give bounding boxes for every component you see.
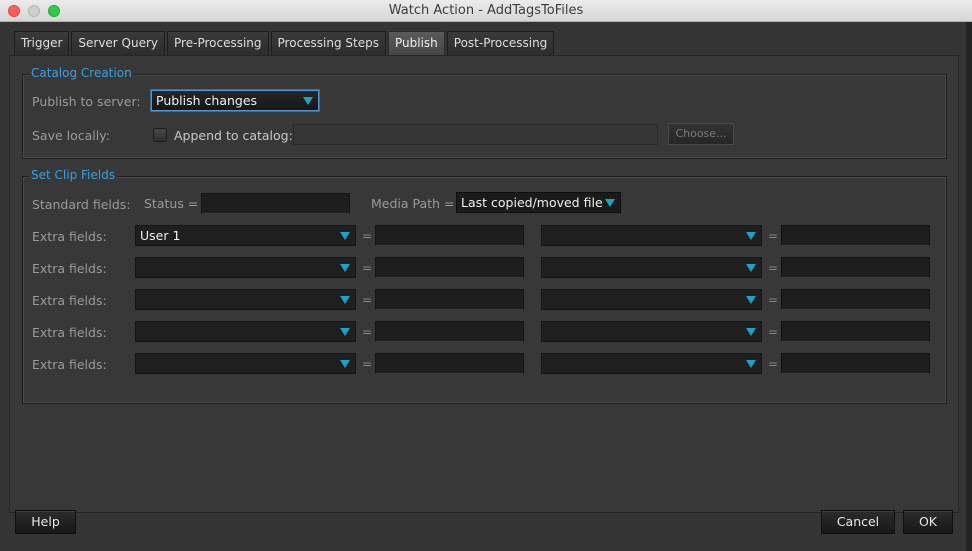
equals-sign: = [768,229,779,243]
equals-sign: = [768,293,779,307]
extra-field-right-input[interactable] [781,353,930,374]
extra-field-right-dropdown[interactable] [541,353,762,374]
set-clip-fields-title: Set Clip Fields [29,168,117,182]
append-to-catalog-input[interactable] [293,124,658,145]
chevron-down-icon [746,296,756,304]
chevron-down-icon [340,296,350,304]
extra-field-right-dropdown[interactable] [541,321,762,342]
extra-field-left-dropdown[interactable] [135,321,356,342]
chevron-down-icon [340,328,350,336]
extra-field-right-input[interactable] [781,257,930,278]
extra-fields-label: Extra fields: [32,357,107,372]
extra-field-left-dropdown[interactable] [135,257,356,278]
chevron-down-icon [340,232,350,240]
append-to-catalog-checkbox[interactable] [153,128,167,142]
extra-field-left-dropdown[interactable]: User 1 [135,225,356,246]
extra-field-left-input[interactable] [375,353,524,374]
tab-bar: Trigger Server Query Pre-Processing Proc… [14,31,555,55]
equals-sign: = [362,293,373,307]
extra-field-right-dropdown[interactable] [541,257,762,278]
window-edge [966,22,972,551]
tab-trigger[interactable]: Trigger [14,31,70,55]
extra-field-left-value: User 1 [140,228,181,243]
extra-field-left-input[interactable] [375,321,524,342]
extra-field-left-input[interactable] [375,289,524,310]
cancel-button[interactable]: Cancel [821,510,895,534]
extra-field-left-input[interactable] [375,225,524,246]
extra-fields-label: Extra fields: [32,229,107,244]
extra-field-left-input[interactable] [375,257,524,278]
publish-to-server-value: Publish changes [156,93,258,108]
chevron-down-icon [746,232,756,240]
extra-field-right-input[interactable] [781,321,930,342]
choose-button[interactable]: Choose... [668,123,734,145]
equals-sign: = [362,357,373,371]
help-button[interactable]: Help [15,510,76,534]
tab-server-query[interactable]: Server Query [71,31,166,55]
save-locally-label: Save locally: [32,128,110,143]
dialog-body: Trigger Server Query Pre-Processing Proc… [0,22,966,551]
chevron-down-icon [340,264,350,272]
media-path-dropdown[interactable]: Last copied/moved file [456,192,621,213]
extra-field-right-input[interactable] [781,289,930,310]
chevron-down-icon [605,199,615,207]
extra-field-right-dropdown[interactable] [541,225,762,246]
extra-fields-label: Extra fields: [32,293,107,308]
extra-fields-label: Extra fields: [32,325,107,340]
publish-panel: Catalog Creation Publish to server: Publ… [9,55,959,513]
status-label: Status = [144,196,199,211]
extra-field-right-input[interactable] [781,225,930,246]
extra-field-right-dropdown[interactable] [541,289,762,310]
ok-button[interactable]: OK [903,510,953,534]
window-title: Watch Action - AddTagsToFiles [388,3,584,18]
equals-sign: = [768,261,779,275]
equals-sign: = [362,325,373,339]
chevron-down-icon [303,97,313,105]
equals-sign: = [362,261,373,275]
tab-post-processing[interactable]: Post-Processing [446,31,555,55]
extra-fields-label: Extra fields: [32,261,107,276]
tab-pre-processing[interactable]: Pre-Processing [167,31,269,55]
publish-to-server-dropdown[interactable]: Publish changes [151,90,319,111]
catalog-creation-title: Catalog Creation [29,66,134,80]
catalog-creation-group: Catalog Creation Publish to server: Publ… [22,66,947,159]
tab-publish[interactable]: Publish [388,31,445,55]
extra-field-left-dropdown[interactable] [135,353,356,374]
equals-sign: = [768,357,779,371]
media-path-label: Media Path = [371,196,455,211]
extra-field-left-dropdown[interactable] [135,289,356,310]
append-to-catalog-label: Append to catalog: [174,128,293,143]
set-clip-fields-group: Set Clip Fields Standard fields: Status … [22,168,947,404]
tab-processing-steps[interactable]: Processing Steps [270,31,386,55]
chevron-down-icon [746,328,756,336]
equals-sign: = [768,325,779,339]
title-bar: Watch Action - AddTagsToFiles [0,0,972,22]
equals-sign: = [362,229,373,243]
status-input[interactable] [201,193,350,214]
chevron-down-icon [746,264,756,272]
publish-to-server-label: Publish to server: [32,94,141,109]
standard-fields-label: Standard fields: [32,197,131,212]
chevron-down-icon [746,360,756,368]
media-path-value: Last copied/moved file [461,195,603,210]
chevron-down-icon [340,360,350,368]
